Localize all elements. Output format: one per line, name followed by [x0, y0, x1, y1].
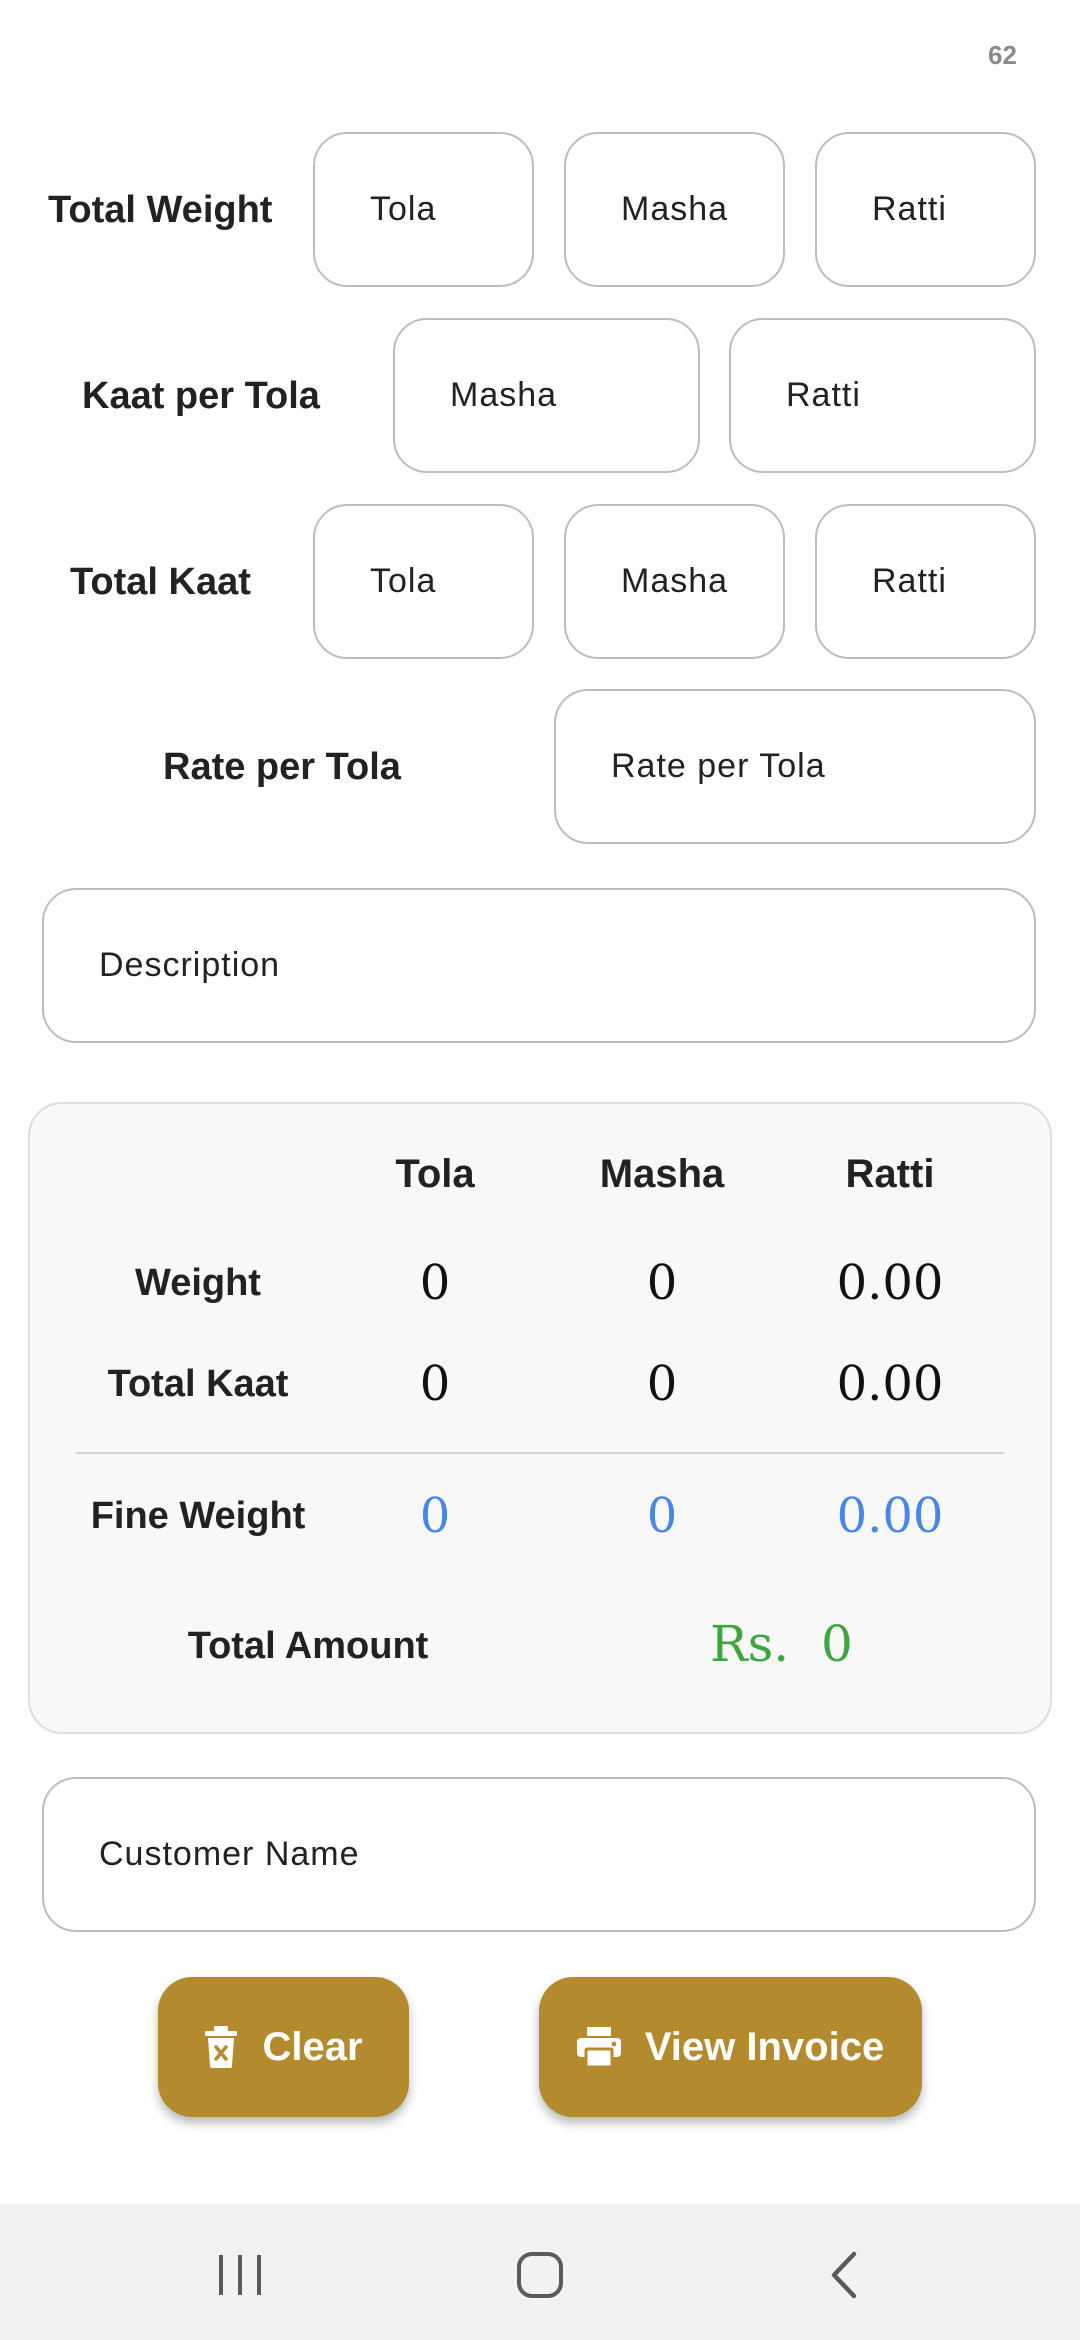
total-kaat-ratti-value: 0.00	[836, 1356, 944, 1412]
summary-divider	[76, 1452, 1004, 1454]
total-weight-masha-input[interactable]: Masha	[564, 132, 785, 287]
summary-header-tola: Tola	[395, 1152, 475, 1196]
view-invoice-button-label: View Invoice	[644, 2024, 885, 2069]
total-kaat-tola-input[interactable]: Tola	[313, 504, 534, 659]
summary-header-masha: Masha	[599, 1152, 725, 1196]
fine-weight-ratti-value: 0.00	[836, 1488, 944, 1544]
back-icon[interactable]	[803, 2240, 883, 2310]
total-kaat-label: Total Kaat	[70, 560, 251, 603]
printer-icon	[576, 2027, 621, 2067]
total-amount-label: Total Amount	[187, 1625, 429, 1667]
kaat-per-tola-ratti-input[interactable]: Ratti	[729, 318, 1036, 473]
weight-row-label: Weight	[135, 1262, 261, 1304]
total-kaat-row-label: Total Kaat	[107, 1363, 289, 1405]
kaat-per-tola-masha-input[interactable]: Masha	[393, 318, 700, 473]
kaat-per-tola-label: Kaat per Tola	[82, 374, 320, 417]
rate-per-tola-input[interactable]: Rate per Tola	[554, 689, 1036, 844]
total-kaat-masha-input[interactable]: Masha	[564, 504, 785, 659]
clear-button[interactable]: Clear	[158, 1977, 409, 2117]
total-kaat-tola-value: 0	[419, 1356, 451, 1412]
clear-button-label: Clear	[262, 2024, 363, 2069]
view-invoice-button[interactable]: View Invoice	[539, 1977, 922, 2117]
total-weight-tola-input[interactable]: Tola	[313, 132, 534, 287]
summary-header-ratti: Ratti	[845, 1152, 935, 1196]
home-icon[interactable]	[500, 2240, 580, 2310]
fine-weight-tola-value: 0	[419, 1488, 451, 1544]
total-kaat-masha-value: 0	[646, 1356, 678, 1412]
total-amount-value: Rs. 0	[710, 1615, 853, 1673]
fine-weight-row-label: Fine Weight	[90, 1495, 306, 1537]
customer-name-input[interactable]: Customer Name	[42, 1777, 1036, 1932]
recent-apps-icon[interactable]	[200, 2240, 280, 2310]
total-weight-ratti-input[interactable]: Ratti	[815, 132, 1036, 287]
rate-per-tola-label: Rate per Tola	[163, 745, 401, 788]
description-input[interactable]: Description	[42, 888, 1036, 1043]
weight-ratti-value: 0.00	[836, 1255, 944, 1311]
total-weight-label: Total Weight	[48, 188, 273, 231]
weight-tola-value: 0	[419, 1255, 451, 1311]
total-kaat-ratti-input[interactable]: Ratti	[815, 504, 1036, 659]
status-number: 62	[988, 40, 1017, 70]
trash-icon	[204, 2026, 238, 2068]
fine-weight-masha-value: 0	[646, 1488, 678, 1544]
weight-masha-value: 0	[646, 1255, 678, 1311]
